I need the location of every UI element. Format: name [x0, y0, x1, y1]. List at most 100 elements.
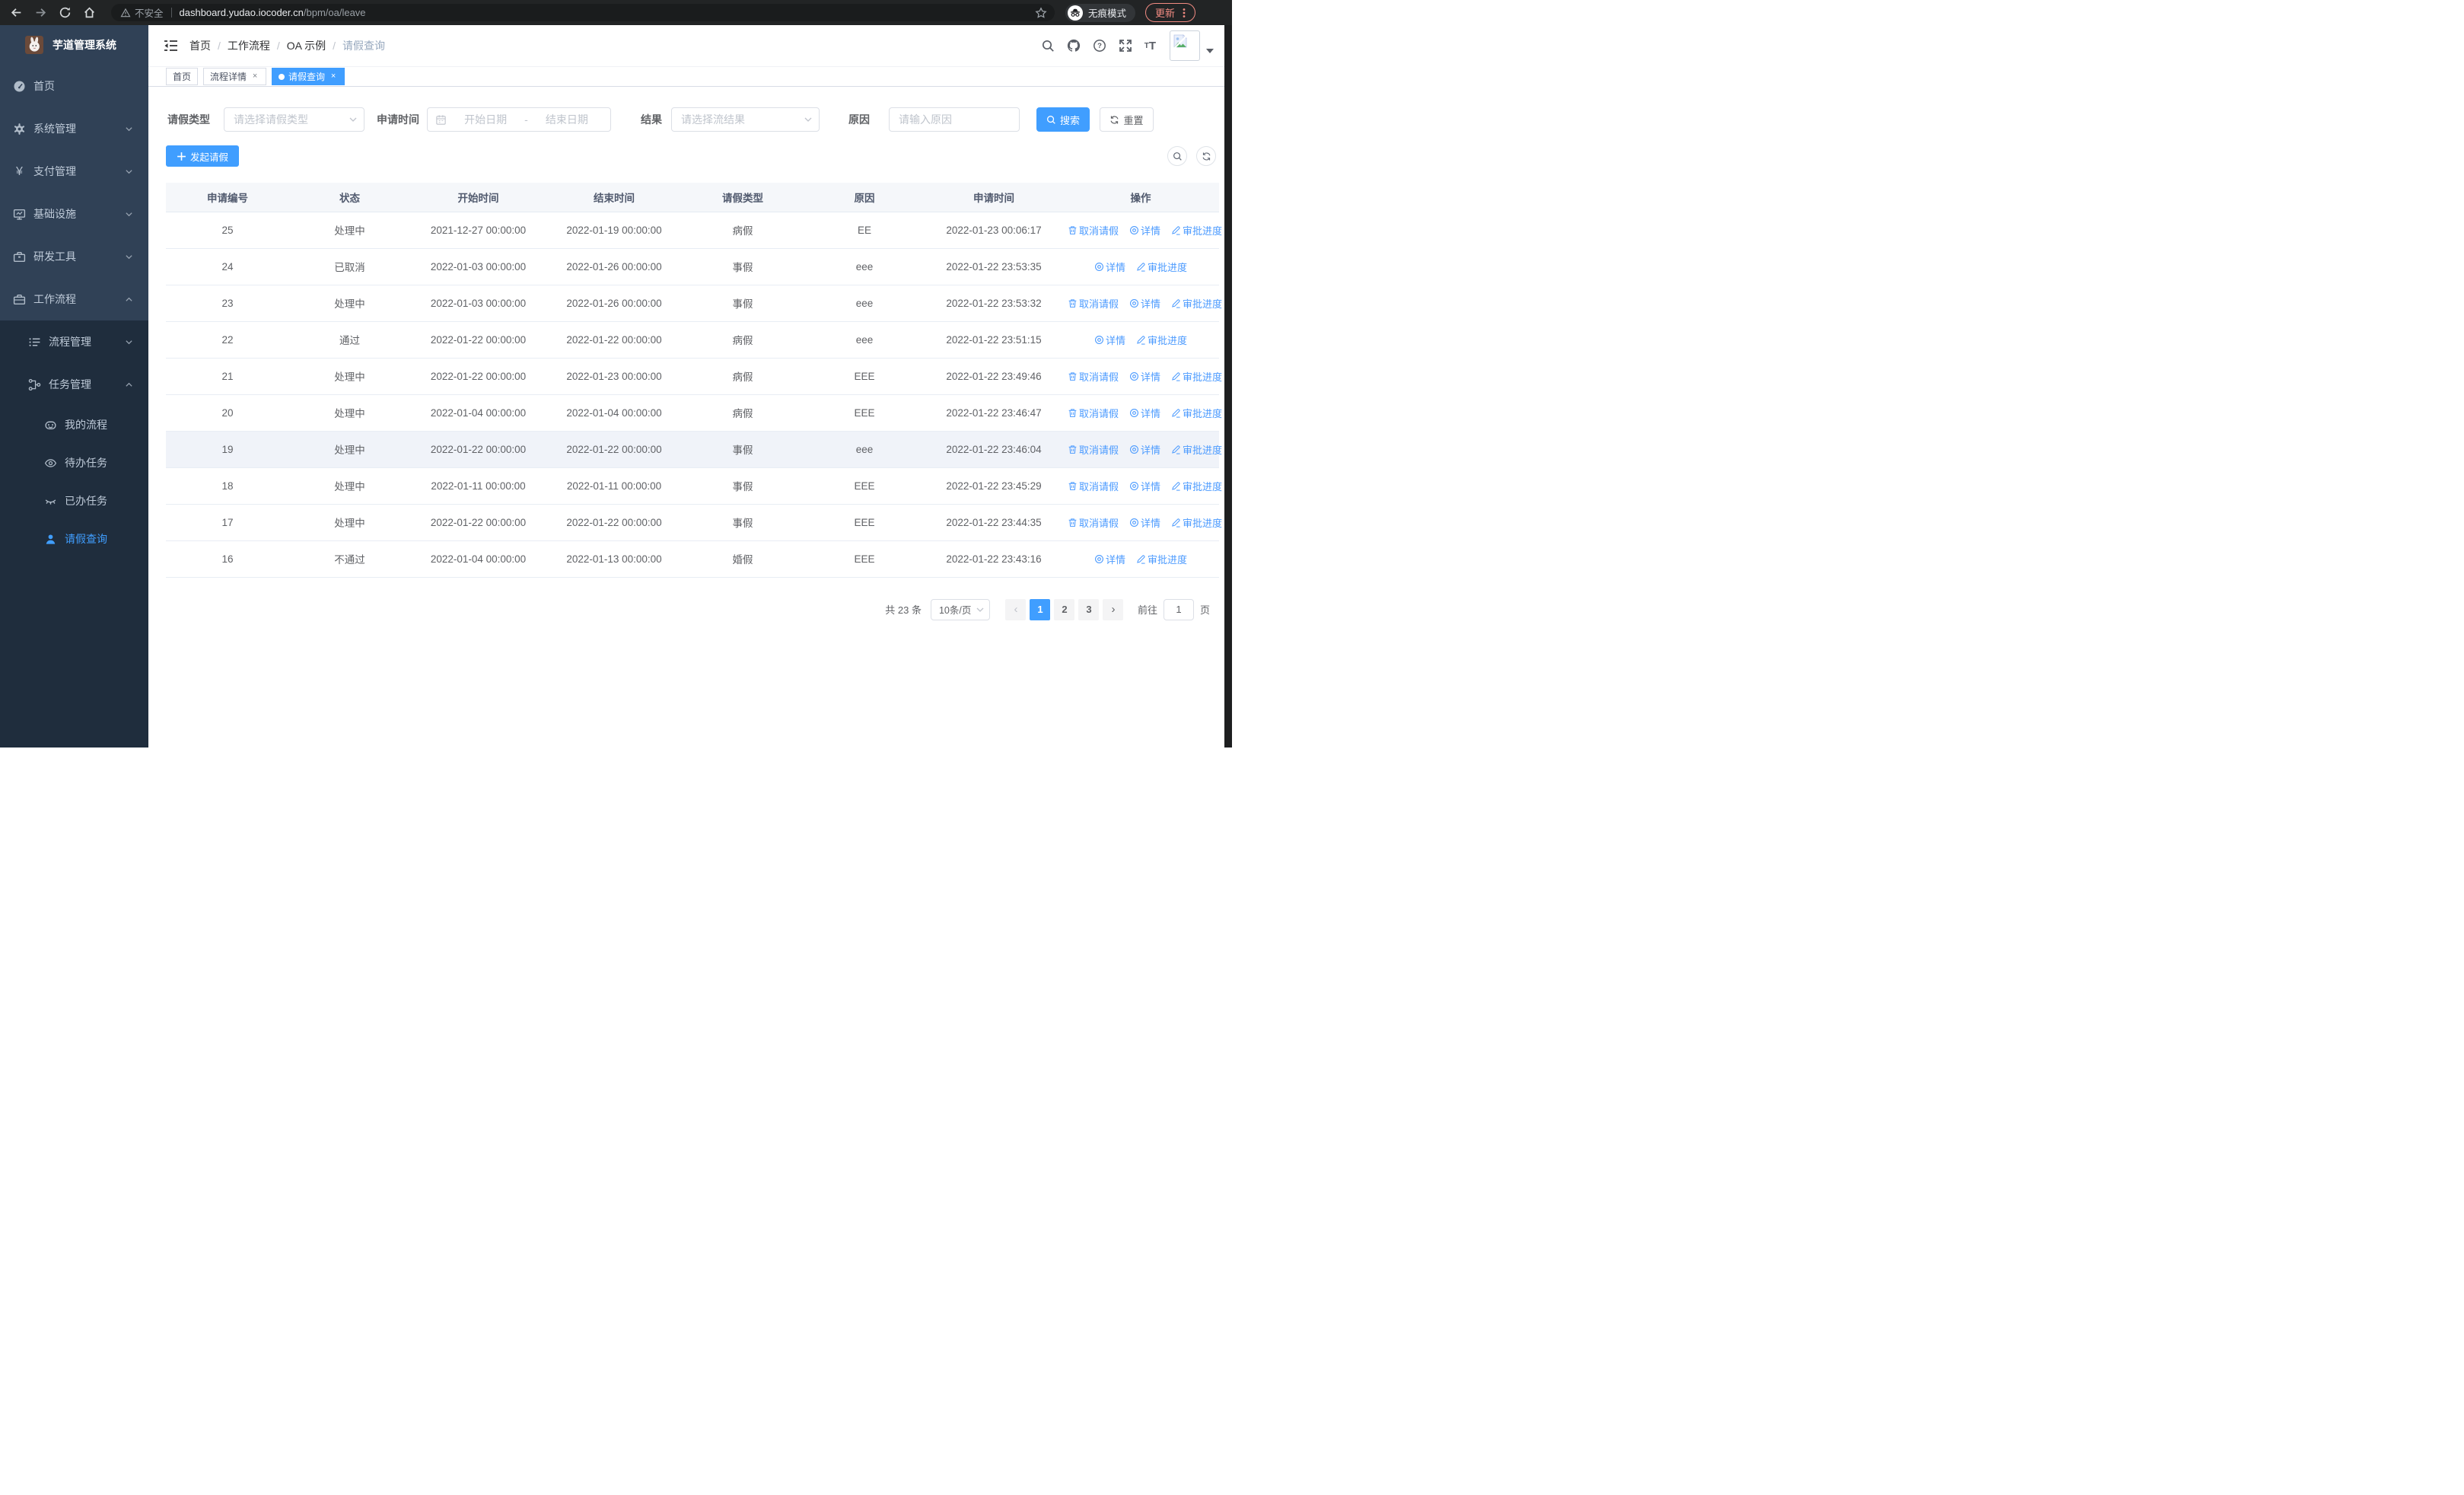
tab-label: 首页: [173, 72, 192, 82]
app-logo-row[interactable]: 芋道管理系统: [0, 25, 148, 65]
search-button[interactable]: 搜索: [1036, 107, 1090, 132]
action-cancel-link[interactable]: 取消请假: [1068, 223, 1119, 237]
sidebar-item-任务管理[interactable]: 任务管理: [0, 363, 148, 406]
sidebar-collapse-icon[interactable]: [164, 40, 178, 52]
action-progress-link[interactable]: 审批进度: [1171, 479, 1222, 493]
briefcase-icon: [13, 293, 26, 306]
forward-icon[interactable]: [33, 5, 48, 20]
tab-close-icon[interactable]: ×: [250, 72, 259, 81]
sidebar-item-我的流程[interactable]: 我的流程: [0, 406, 148, 444]
view-icon: [1094, 262, 1104, 272]
avatar[interactable]: [1170, 30, 1200, 61]
sidebar-item-系统管理[interactable]: 系统管理: [0, 107, 148, 150]
back-icon[interactable]: [9, 5, 24, 20]
action-progress-link[interactable]: 审批进度: [1171, 296, 1222, 311]
goto-page-input[interactable]: 1: [1163, 598, 1194, 620]
reload-icon[interactable]: [58, 5, 72, 20]
page-button-1[interactable]: 1: [1030, 598, 1051, 620]
toolbar-refresh-button[interactable]: [1196, 146, 1216, 166]
action-view-link[interactable]: 详情: [1129, 442, 1160, 457]
incognito-icon: [1068, 5, 1083, 21]
bookmark-star-icon[interactable]: [1035, 6, 1047, 19]
breadcrumb-item[interactable]: 首页: [189, 38, 211, 53]
column-header-结束时间: 结束时间: [546, 183, 682, 212]
tab-close-icon[interactable]: ×: [329, 72, 338, 81]
home-icon[interactable]: [82, 5, 97, 20]
sidebar-item-请假查询[interactable]: 请假查询: [0, 520, 148, 558]
action-progress-link[interactable]: 审批进度: [1171, 369, 1222, 384]
tab-流程详情[interactable]: 流程详情 ×: [203, 68, 267, 85]
sidebar-item-研发工具[interactable]: 研发工具: [0, 235, 148, 278]
action-view-link[interactable]: 详情: [1094, 260, 1125, 274]
chevron-up-icon: [125, 295, 133, 304]
apply-time-label: 申请时间: [377, 113, 419, 126]
action-progress-link[interactable]: 审批进度: [1171, 515, 1222, 530]
tab-请假查询[interactable]: 请假查询 ×: [272, 68, 345, 85]
reason-input[interactable]: 请输入原因: [889, 107, 1020, 132]
breadcrumb-item[interactable]: 工作流程: [228, 38, 270, 53]
avatar-caret-icon[interactable]: [1206, 49, 1214, 53]
action-cancel-link[interactable]: 取消请假: [1068, 406, 1119, 420]
sidebar-item-待办任务[interactable]: 待办任务: [0, 444, 148, 482]
browser-menu-dots-icon[interactable]: [1179, 8, 1189, 18]
action-progress-link[interactable]: 审批进度: [1171, 223, 1222, 237]
sidebar-item-已办任务[interactable]: 已办任务: [0, 482, 148, 520]
action-progress-link[interactable]: 审批进度: [1136, 552, 1187, 566]
action-cancel-link[interactable]: 取消请假: [1068, 442, 1119, 457]
browser-scrollbar[interactable]: [1224, 25, 1232, 748]
action-cancel-link[interactable]: 取消请假: [1068, 479, 1119, 493]
action-view-link[interactable]: 详情: [1129, 223, 1160, 237]
action-cancel-link[interactable]: 取消请假: [1068, 296, 1119, 311]
github-icon[interactable]: [1067, 39, 1081, 53]
action-progress-link[interactable]: 审批进度: [1171, 442, 1222, 457]
sidebar-item-支付管理[interactable]: ¥ 支付管理: [0, 150, 148, 193]
page-button-3[interactable]: 3: [1078, 598, 1100, 620]
cell-reason: eee: [804, 285, 925, 322]
action-view-link[interactable]: 详情: [1129, 296, 1160, 311]
action-label: 审批进度: [1183, 371, 1223, 383]
result-select[interactable]: 请选择流结果: [671, 107, 820, 132]
reset-button[interactable]: 重置: [1100, 107, 1154, 132]
sidebar-item-基础设施[interactable]: 基础设施: [0, 193, 148, 235]
action-progress-link[interactable]: 审批进度: [1136, 333, 1187, 347]
sidebar-item-首页[interactable]: 首页: [0, 65, 148, 107]
action-cancel-link[interactable]: 取消请假: [1068, 369, 1119, 384]
prev-page-button[interactable]: ‹: [1005, 598, 1027, 620]
next-page-button[interactable]: ›: [1103, 598, 1124, 620]
action-view-link[interactable]: 详情: [1129, 406, 1160, 420]
edit-icon: [1136, 335, 1146, 345]
create-leave-button[interactable]: 发起请假: [166, 145, 240, 167]
sidebar-item-label: 已办任务: [65, 495, 107, 507]
action-view-link[interactable]: 详情: [1094, 552, 1125, 566]
action-view-link[interactable]: 详情: [1094, 333, 1125, 347]
page-button-2[interactable]: 2: [1054, 598, 1075, 620]
update-button[interactable]: 更新: [1145, 3, 1196, 22]
action-cancel-link[interactable]: 取消请假: [1068, 515, 1119, 530]
table-row: 17 处理中 2022-01-22 00:00:00 2022-01-22 00:00…: [166, 504, 1222, 541]
sidebar-item-label: 研发工具: [33, 250, 76, 263]
leave-type-select[interactable]: 请选择请假类型: [224, 107, 365, 132]
action-progress-link[interactable]: 审批进度: [1136, 260, 1187, 274]
breadcrumb-item[interactable]: OA 示例: [287, 38, 326, 53]
action-view-link[interactable]: 详情: [1129, 369, 1160, 384]
tab-首页[interactable]: 首页: [166, 68, 199, 85]
page-size-select[interactable]: 10条/页: [930, 598, 990, 620]
action-label: 详情: [1141, 517, 1161, 529]
cell-end: 2022-01-26 00:00:00: [546, 248, 682, 285]
end-date-placeholder: 结束日期: [545, 113, 588, 126]
action-view-link[interactable]: 详情: [1129, 479, 1160, 493]
toolbar-search-toggle-button[interactable]: [1167, 146, 1187, 166]
font-size-icon[interactable]: TT: [1144, 39, 1156, 53]
pagination-total: 共 23 条: [885, 604, 922, 616]
action-label: 审批进度: [1183, 407, 1223, 419]
apply-time-range-input[interactable]: 开始日期 - 结束日期: [427, 107, 611, 132]
search-icon[interactable]: [1041, 39, 1055, 53]
action-view-link[interactable]: 详情: [1129, 515, 1160, 530]
address-bar[interactable]: 不安全 dashboard.yudao.iocoder.cn/bpm/oa/le…: [111, 4, 1055, 21]
help-icon[interactable]: ?: [1093, 39, 1106, 53]
sidebar-item-流程管理[interactable]: 流程管理: [0, 320, 148, 363]
view-icon: [1129, 225, 1139, 235]
fullscreen-icon[interactable]: [1119, 39, 1132, 53]
action-progress-link[interactable]: 审批进度: [1171, 406, 1222, 420]
sidebar-item-工作流程[interactable]: 工作流程: [0, 278, 148, 320]
